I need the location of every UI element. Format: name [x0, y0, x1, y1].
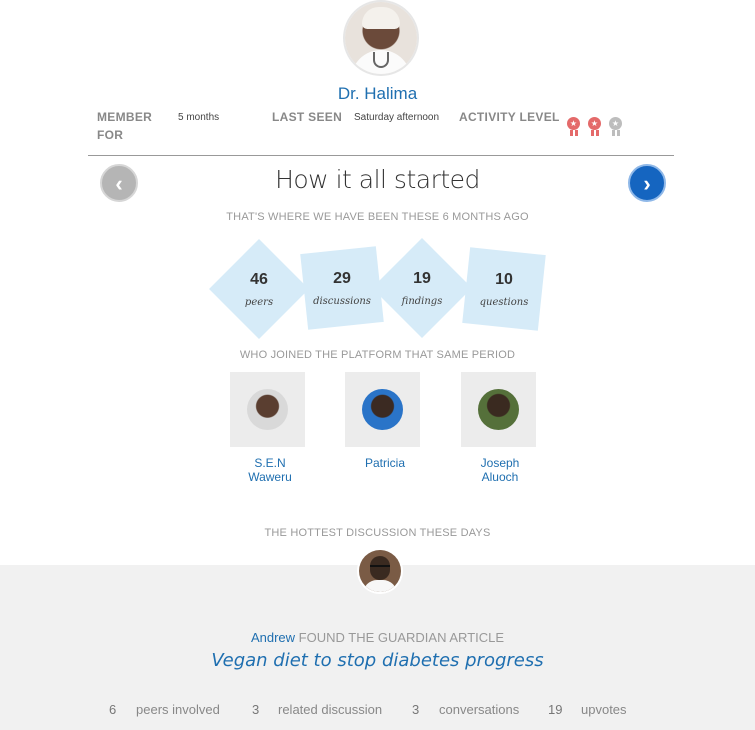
stat-label: related discussion	[278, 702, 383, 717]
member-card[interactable]	[230, 372, 305, 447]
stat-label: questions	[479, 297, 529, 308]
member-avatar	[362, 389, 403, 430]
member-name[interactable]: Patricia	[330, 456, 440, 470]
members-caption: WHO JOINED THE PLATFORM THAT SAME PERIOD	[239, 349, 516, 361]
stat-label: peers involved	[136, 702, 220, 717]
stat-value: 29	[333, 270, 351, 287]
avatar-cap	[362, 7, 400, 29]
poster-name[interactable]: Andrew	[251, 630, 295, 645]
stat-label: peers	[244, 297, 274, 308]
poster-action: FOUND THE GUARDIAN ARTICLE	[298, 630, 505, 645]
stat-tile-peers: 46 peers	[209, 239, 309, 339]
poster-avatar[interactable]	[359, 550, 401, 592]
stat-tile-questions: 10 questions	[462, 247, 546, 331]
profile-avatar[interactable]	[345, 2, 417, 74]
avatar-shirt	[363, 580, 397, 592]
stat-value: 19	[413, 270, 431, 287]
medal-icon: ★	[567, 117, 581, 137]
member-name[interactable]: S.E.N Waweru	[215, 456, 325, 484]
stat-label: conversations	[439, 702, 520, 717]
member-card[interactable]	[345, 372, 420, 447]
member-name[interactable]: Joseph Aluoch	[445, 456, 555, 484]
member-for-value: 5 months	[178, 112, 220, 123]
member-card[interactable]	[461, 372, 536, 447]
stat-label: upvotes	[581, 702, 627, 717]
stats-caption: THAT'S WHERE WE HAVE BEEN THESE 6 MONTHS…	[226, 211, 529, 223]
stat-value: 10	[495, 271, 513, 288]
stat-label: findings	[401, 296, 443, 307]
next-button[interactable]: ›	[628, 164, 666, 202]
stat-tile-background	[462, 247, 546, 331]
stat-tile-background	[209, 239, 309, 339]
stethoscope-icon	[373, 52, 389, 68]
member-avatar	[247, 389, 288, 430]
hottest-caption: THE HOTTEST DISCUSSION THESE DAYS	[264, 527, 491, 539]
stat-value: 3	[412, 702, 420, 717]
medal-icon: ★	[609, 117, 623, 137]
last-seen-label: LAST SEEN	[272, 110, 343, 124]
stat-value: 6	[109, 702, 117, 717]
stat-tile-background	[372, 238, 472, 338]
chevron-right-icon: ›	[643, 171, 651, 196]
activity-level-label: ACTIVITY LEVEL	[459, 110, 560, 124]
member-for-label: MEMBER FOR	[97, 110, 153, 142]
avatar-glasses	[370, 565, 390, 571]
stat-value: 3	[252, 702, 260, 717]
stat-value: 19	[548, 702, 563, 717]
stat-value: 46	[250, 271, 268, 288]
hottest-headline: Andrew FOUND THE GUARDIAN ARTICLE	[0, 630, 755, 645]
stat-tile-findings: 19 findings	[372, 238, 472, 338]
member-avatar	[478, 389, 519, 430]
header-divider	[88, 155, 674, 156]
stat-label: discussions	[313, 296, 371, 307]
discussion-title[interactable]: Vegan diet to stop diabetes progress	[0, 650, 755, 671]
stat-tile-discussions: 29 discussions	[300, 246, 384, 330]
last-seen-value: Saturday afternoon	[354, 112, 440, 123]
medal-icon: ★	[588, 117, 602, 137]
profile-name[interactable]: Dr. Halima	[0, 84, 755, 104]
